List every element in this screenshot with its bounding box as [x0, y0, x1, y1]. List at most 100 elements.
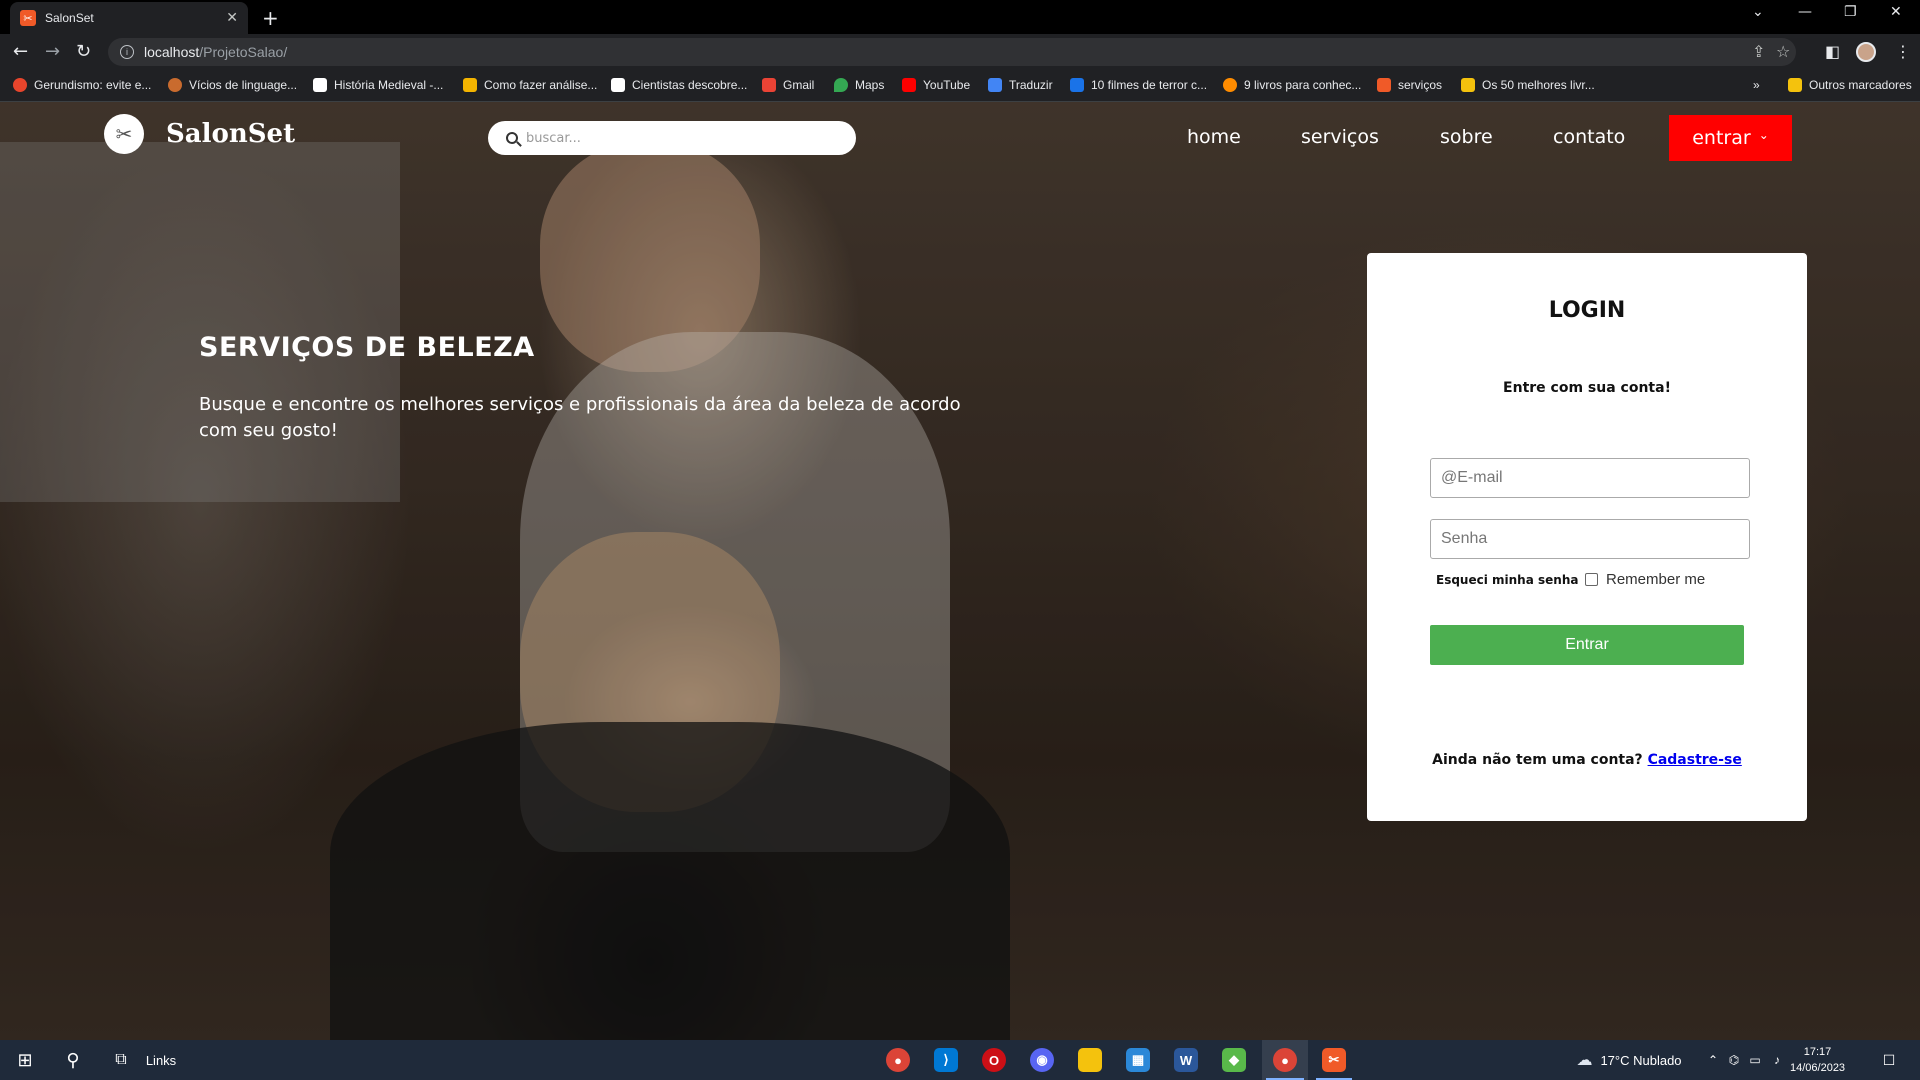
restore-icon[interactable]: ❐ [1844, 4, 1857, 20]
word-icon: W [1174, 1048, 1198, 1072]
cloud-icon: ☁ [1576, 1052, 1593, 1069]
chrome-icon: ● [1273, 1048, 1297, 1072]
weather-widget[interactable]: ☁ 17°C Nublado [1554, 1040, 1704, 1080]
bookmark-item[interactable]: Vícios de linguage... [168, 78, 297, 92]
salon-homepage: ✂ SalonSet home serviços sobre contato e… [0, 102, 1920, 1040]
bookmark-item[interactable]: serviços [1377, 78, 1442, 92]
windows-start-icon[interactable]: ⊞ [10, 1040, 40, 1080]
bookmark-label: Maps [855, 78, 885, 92]
url-host: localhost [144, 44, 200, 60]
back-arrow-icon[interactable]: ← [13, 41, 28, 62]
nav-sobre[interactable]: sobre [1440, 126, 1493, 148]
bookmark-label: Cientistas descobre... [632, 78, 748, 92]
remember-me[interactable]: Remember me [1585, 571, 1705, 588]
signup-link[interactable]: Cadastre-se [1648, 752, 1742, 768]
meet-now-icon[interactable]: ⌬ [1726, 1040, 1742, 1080]
task-view-icon[interactable]: ⧉ [106, 1040, 136, 1080]
more-bookmarks-icon[interactable]: » [1753, 78, 1760, 92]
bluestacks-taskbar-button[interactable]: ◆ [1214, 1040, 1254, 1080]
bookmark-label: Traduzir [1009, 78, 1053, 92]
bookmark-item[interactable]: 9 livros para conhec... [1223, 78, 1361, 92]
discord-icon: ◉ [1030, 1048, 1054, 1072]
nav-servicos[interactable]: serviços [1301, 126, 1379, 148]
chrome-taskbar-button[interactable]: ● [878, 1040, 918, 1080]
tab-search-chevron-icon[interactable]: ⌄ [1752, 4, 1764, 20]
scissors-logo-icon: ✂ [104, 114, 144, 154]
search-input[interactable] [526, 130, 826, 146]
password-field[interactable] [1430, 519, 1750, 559]
chevron-up-icon[interactable]: ⌃ [1706, 1040, 1720, 1080]
bookmark-item[interactable]: Gerundismo: evite e... [13, 78, 151, 92]
share-icon[interactable]: ⇪ [1752, 42, 1765, 61]
close-tab-icon[interactable]: ✕ [226, 10, 238, 26]
bookmark-label: 10 filmes de terror c... [1091, 78, 1208, 92]
brand[interactable]: ✂ SalonSet [104, 114, 295, 154]
bookmark-favicon-icon [168, 78, 182, 92]
windows-taskbar: ⊞ ⚲ ⧉ Links ● ⟩ O ◉ ▦ W ◆ ● ✂ ☁ 17°C Nub… [0, 1040, 1920, 1080]
forward-arrow-icon[interactable]: → [45, 41, 60, 62]
remember-checkbox[interactable] [1585, 573, 1598, 586]
side-panel-icon[interactable]: ◧ [1825, 42, 1840, 61]
bookmark-favicon-icon [1070, 78, 1084, 92]
bookmark-item[interactable]: História Medieval -... [313, 78, 443, 92]
login-subtitle: Entre com sua conta! [1503, 380, 1671, 396]
opera-taskbar-button[interactable]: O [974, 1040, 1014, 1080]
volume-icon[interactable]: ♪ [1768, 1040, 1786, 1080]
email-input[interactable] [1457, 469, 1738, 487]
browser-tab-bar: ✂ SalonSet ✕ + ⌄ — ❐ ✕ [0, 0, 1920, 34]
entrar-label: entrar [1692, 127, 1751, 149]
xampp-icon: ✂ [1322, 1048, 1346, 1072]
network-icon[interactable]: ▭ [1746, 1040, 1764, 1080]
vscode-taskbar-button[interactable]: ⟩ [926, 1040, 966, 1080]
discord-taskbar-button[interactable]: ◉ [1022, 1040, 1062, 1080]
bookmark-item[interactable]: Maps [834, 78, 884, 92]
bluestacks-icon: ◆ [1222, 1048, 1246, 1072]
browser-toolbar: ← → ↻ i localhost/ProjetoSalao/ ⇪ ☆ ◧ ⋮ [0, 34, 1920, 70]
links-toolbar[interactable]: Links [146, 1040, 176, 1080]
bookmark-item[interactable]: Cientistas descobre... [611, 78, 747, 92]
close-window-icon[interactable]: ✕ [1890, 4, 1902, 20]
store-taskbar-button[interactable]: ▦ [1118, 1040, 1158, 1080]
login-submit-button[interactable]: Entrar [1430, 625, 1744, 665]
word-taskbar-button[interactable]: W [1166, 1040, 1206, 1080]
bookmark-star-icon[interactable]: ☆ [1776, 42, 1790, 61]
forgot-password-link[interactable]: Esqueci minha senha [1436, 573, 1578, 587]
brand-name: SalonSet [166, 119, 296, 149]
explorer-taskbar-button[interactable] [1070, 1040, 1110, 1080]
email-field[interactable]: @ [1430, 458, 1750, 498]
other-bookmarks[interactable]: Outros marcadores [1788, 78, 1912, 92]
search-bar[interactable] [488, 121, 856, 155]
chrome-icon: ● [886, 1048, 910, 1072]
entrar-dropdown-button[interactable]: entrar ⌄ [1669, 115, 1792, 161]
bookmark-item[interactable]: Gmail [762, 78, 814, 92]
bookmark-item[interactable]: 10 filmes de terror c... [1070, 78, 1207, 92]
nav-contato[interactable]: contato [1553, 126, 1625, 148]
profile-avatar[interactable] [1856, 42, 1876, 62]
clock[interactable]: 17:17 14/06/2023 [1790, 1044, 1845, 1076]
notifications-icon[interactable]: ☐ [1874, 1040, 1904, 1080]
bookmark-item[interactable]: Traduzir [988, 78, 1053, 92]
youtube-icon [902, 78, 916, 92]
bookmark-favicon-icon [1223, 78, 1237, 92]
browser-tab[interactable]: ✂ SalonSet ✕ [10, 2, 248, 34]
bookmark-label: História Medieval -... [334, 78, 444, 92]
search-icon[interactable]: ⚲ [58, 1040, 88, 1080]
chrome-profile-taskbar-button[interactable]: ● [1262, 1040, 1308, 1080]
xampp-taskbar-button[interactable]: ✂ [1312, 1040, 1356, 1080]
bookmark-item[interactable]: Como fazer análise... [463, 78, 597, 92]
maps-icon [834, 78, 848, 92]
site-info-icon[interactable]: i [120, 45, 134, 59]
address-bar[interactable]: i localhost/ProjetoSalao/ ⇪ ☆ [108, 38, 1796, 66]
chevron-down-icon: ⌄ [1758, 128, 1769, 142]
minimize-icon[interactable]: — [1798, 4, 1812, 20]
nav-home[interactable]: home [1187, 126, 1241, 148]
login-title: LOGIN [1548, 298, 1626, 323]
menu-kebab-icon[interactable]: ⋮ [1895, 42, 1911, 61]
bookmark-favicon-icon [313, 78, 327, 92]
folder-icon [1788, 78, 1802, 92]
bookmark-item[interactable]: YouTube [902, 78, 970, 92]
password-input[interactable] [1441, 530, 1721, 548]
new-tab-icon[interactable]: + [262, 6, 279, 30]
bookmark-item[interactable]: Os 50 melhores livr... [1461, 78, 1595, 92]
reload-icon[interactable]: ↻ [76, 41, 91, 62]
